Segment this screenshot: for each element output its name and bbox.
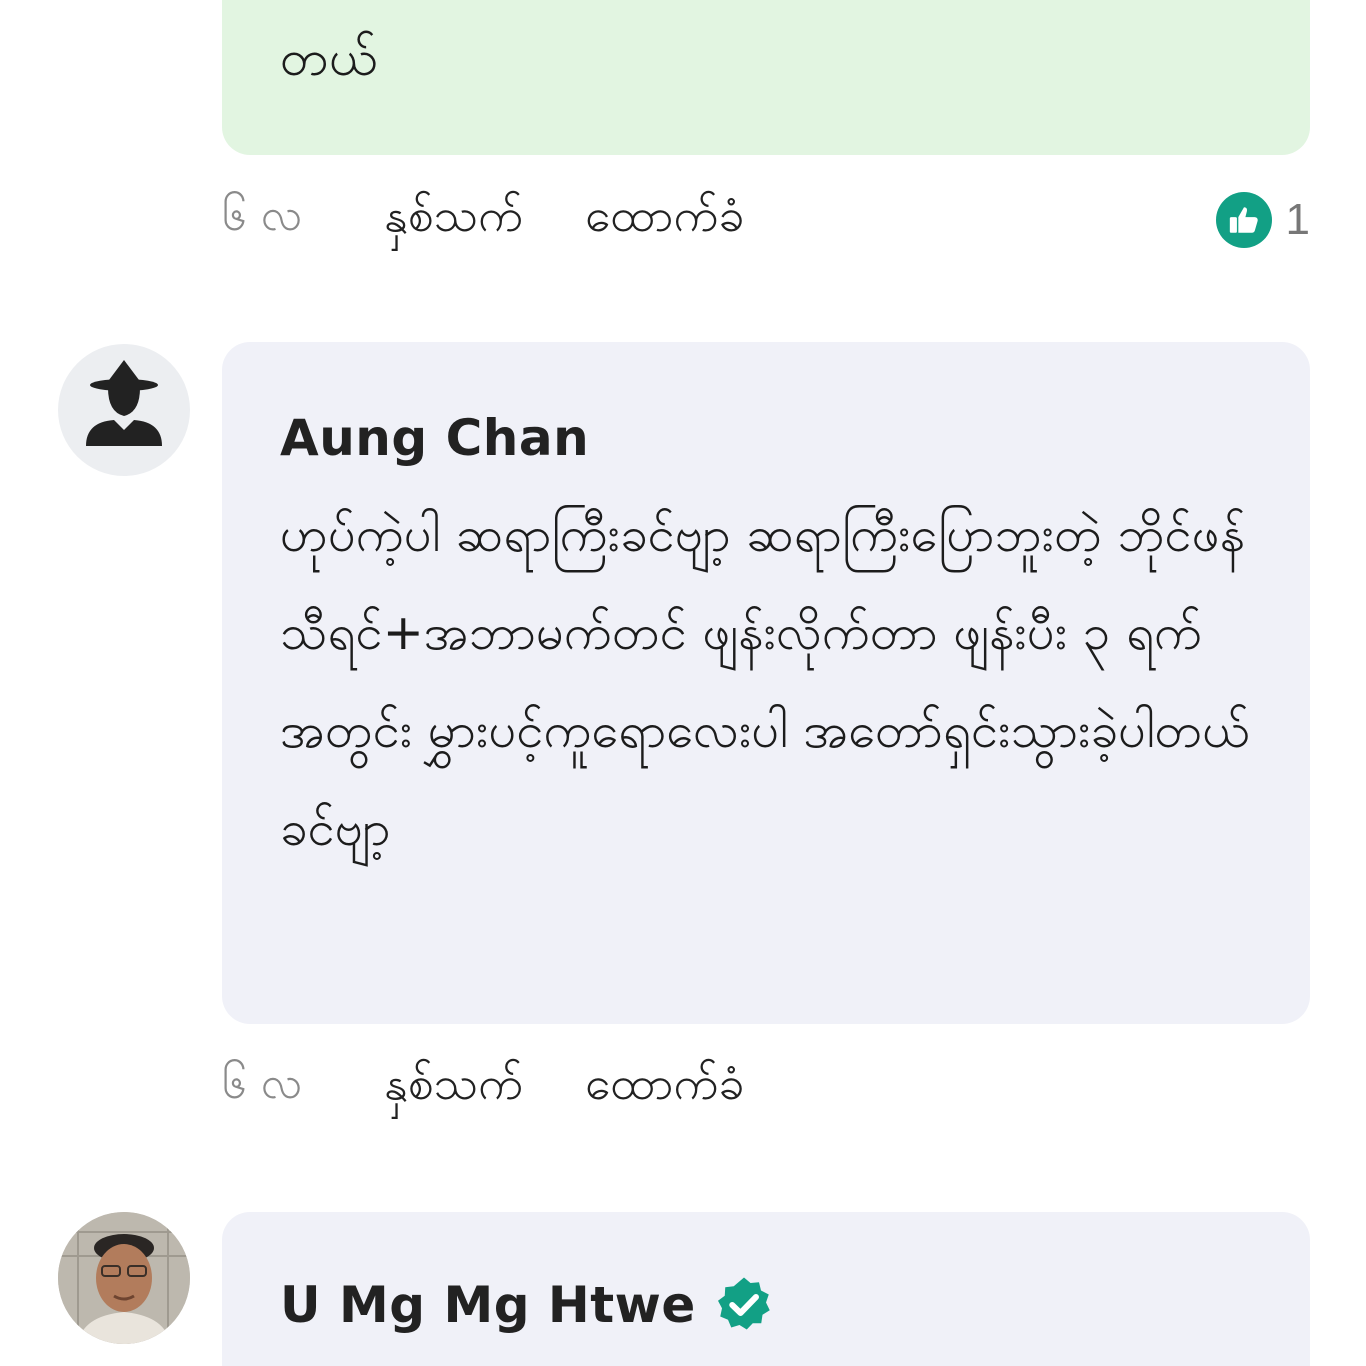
thumbs-up-icon — [1215, 192, 1272, 248]
like-button[interactable]: နှစ်သက် — [384, 187, 523, 254]
support-button[interactable]: ထောက်ခံ — [585, 1055, 744, 1122]
avatar-default-user[interactable] — [58, 344, 190, 476]
comments-page: တယ် ၆ လ နှစ်သက် ထောက်ခံ 1 Aung Chan ဟုပ်… — [0, 0, 1366, 1366]
like-button[interactable]: နှစ်သက် — [384, 1055, 523, 1122]
comment-time: ၆ လ — [222, 1058, 302, 1109]
like-counter[interactable]: 1 — [1215, 192, 1310, 248]
previous-comment-text: တယ် — [280, 29, 378, 87]
comment-author[interactable]: Aung Chan — [280, 408, 589, 468]
profile-photo — [58, 1212, 190, 1344]
comment-text: ဟုပ်ကဲ့ပါ ဆရာကြီးခင်ဗျာ့ ဆရာကြီးပြောဘူးတ… — [280, 506, 1250, 857]
verified-badge-icon — [714, 1275, 774, 1335]
avatar-profile-photo[interactable] — [58, 1212, 190, 1344]
comment-meta: ၆ လ နှစ်သက် ထောက်ခံ — [222, 1048, 1310, 1128]
like-count: 1 — [1285, 195, 1310, 244]
comment-author[interactable]: U Mg Mg Htwe — [280, 1275, 696, 1335]
previous-comment-meta: ၆ လ နှစ်သက် ထောက်ခံ 1 — [222, 180, 1310, 260]
comment-author-row: U Mg Mg Htwe — [280, 1275, 774, 1335]
default-user-icon — [86, 360, 162, 446]
comment-time: ၆ လ — [222, 190, 302, 241]
support-button[interactable]: ထောက်ခံ — [585, 187, 744, 254]
previous-comment-bubble: တယ် — [222, 0, 1310, 155]
